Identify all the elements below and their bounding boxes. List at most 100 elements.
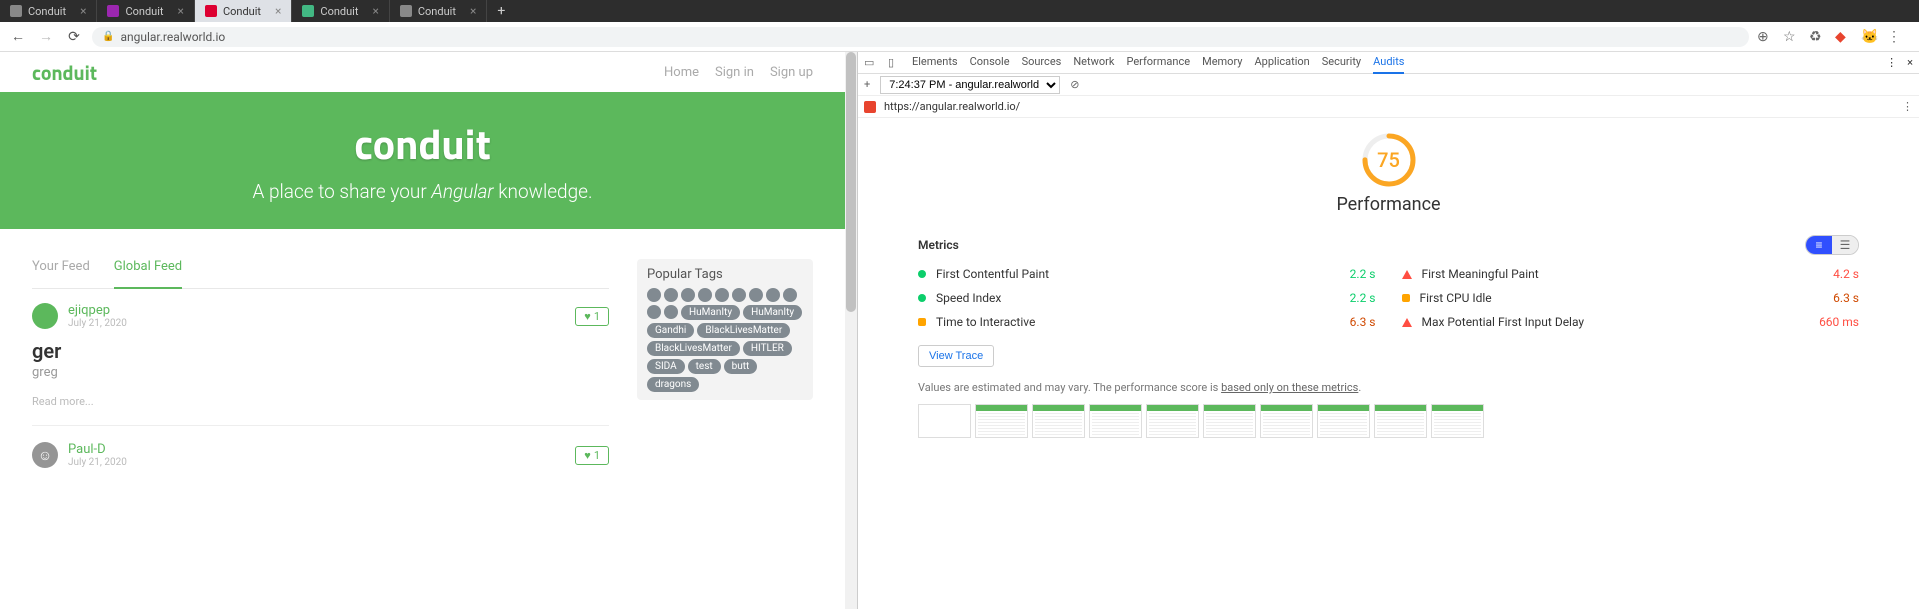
devtools-tab-elements[interactable]: Elements	[912, 51, 958, 74]
tag-pill[interactable]: BlackLivesMatter	[697, 323, 790, 338]
menu-icon[interactable]: ⋮	[1887, 29, 1903, 45]
devtools-more-icon[interactable]: ⋮	[1886, 56, 1897, 69]
tag-pill-empty[interactable]	[749, 288, 763, 302]
devtools-tab-security[interactable]: Security	[1322, 51, 1361, 74]
devtools-tab-console[interactable]: Console	[970, 51, 1010, 74]
close-icon[interactable]: ×	[372, 4, 378, 18]
browser-tab[interactable]: Conduit ×	[390, 0, 487, 22]
author-link[interactable]: ejiqpep	[68, 303, 127, 318]
avatar[interactable]: ☺	[32, 442, 58, 468]
audits-urlbar: https://angular.realworld.io/ ⋮	[858, 96, 1919, 118]
tab-global-feed[interactable]: Global Feed	[114, 259, 182, 289]
browser-tab[interactable]: Conduit ×	[0, 0, 97, 22]
close-icon[interactable]: ×	[470, 4, 476, 18]
new-tab-button[interactable]: +	[487, 3, 515, 19]
nav-signup[interactable]: Sign up	[770, 65, 813, 80]
devtools-tab-audits[interactable]: Audits	[1373, 51, 1404, 74]
address-bar[interactable]: 🔒 angular.realworld.io	[92, 27, 1749, 47]
tag-pill-empty[interactable]	[664, 305, 678, 319]
translate-icon[interactable]: ⊕	[1757, 29, 1773, 45]
devtools-tab-memory[interactable]: Memory	[1202, 51, 1242, 74]
browser-tab-active[interactable]: Conduit ×	[195, 0, 292, 22]
tag-pill-empty[interactable]	[783, 288, 797, 302]
clear-icon[interactable]: ⊘	[1070, 78, 1079, 91]
filmstrip-frame[interactable]	[918, 404, 971, 438]
toggle-compact-icon[interactable]: ≡	[1806, 236, 1832, 254]
article-desc: greg	[32, 365, 609, 380]
tag-pill-empty[interactable]	[766, 288, 780, 302]
popular-tags-box: Popular Tags HuManItyHuManItyGandhiBlack…	[637, 259, 813, 400]
url-more-icon[interactable]: ⋮	[1902, 100, 1913, 113]
tag-pill[interactable]: BlackLivesMatter	[647, 341, 740, 356]
tag-pill[interactable]: dragons	[647, 377, 699, 392]
lighthouse-ext-icon[interactable]: ◆	[1835, 29, 1851, 45]
browser-tab-strip: Conduit × Conduit × Conduit × Conduit × …	[0, 0, 1919, 22]
plus-button[interactable]: +	[864, 78, 870, 91]
close-icon[interactable]: ×	[80, 4, 86, 18]
tag-pill-empty[interactable]	[647, 305, 661, 319]
close-icon[interactable]: ×	[178, 4, 184, 18]
filmstrip-frame[interactable]	[975, 404, 1028, 438]
filmstrip-frame[interactable]	[1089, 404, 1142, 438]
browser-tab[interactable]: Conduit ×	[292, 0, 389, 22]
recycle-icon[interactable]: ♻	[1809, 29, 1825, 45]
read-more-link[interactable]: Read more...	[32, 395, 94, 408]
tag-pill-empty[interactable]	[681, 288, 695, 302]
filmstrip-frame[interactable]	[1374, 404, 1427, 438]
toolbar-actions: ⊕ ☆ ♻ ◆ 🐱 ⋮	[1757, 29, 1911, 45]
filmstrip-frame[interactable]	[1032, 404, 1085, 438]
metric-name: Max Potential First Input Delay	[1422, 315, 1585, 329]
devtools-tab-network[interactable]: Network	[1073, 51, 1114, 74]
metric-status-icon	[1402, 318, 1412, 327]
tag-pill[interactable]: test	[688, 359, 721, 374]
nav-home[interactable]: Home	[664, 65, 699, 80]
close-icon[interactable]: ×	[275, 4, 281, 18]
tag-pill[interactable]: HuManIty	[681, 305, 740, 320]
tag-pill-empty[interactable]	[715, 288, 729, 302]
like-button[interactable]: ♥ 1	[575, 307, 609, 326]
disclaimer-link[interactable]: based only on these metrics	[1221, 381, 1358, 394]
scrollbar-thumb[interactable]	[846, 52, 856, 312]
reload-button[interactable]: ⟳	[64, 29, 84, 45]
toggle-expanded-icon[interactable]: ☰	[1832, 236, 1858, 254]
filmstrip-frame[interactable]	[1431, 404, 1484, 438]
hero-subtitle: A place to share your Angular knowledge.	[0, 180, 845, 203]
tag-pill[interactable]: Gandhi	[647, 323, 694, 338]
inspect-icon[interactable]: ▭	[864, 56, 878, 70]
page-scrollbar[interactable]	[845, 52, 857, 609]
browser-tab[interactable]: Conduit ×	[97, 0, 194, 22]
tag-pill[interactable]: HuManIty	[743, 305, 802, 320]
tag-pill[interactable]: SIDA	[647, 359, 685, 374]
tag-pill-empty[interactable]	[732, 288, 746, 302]
author-link[interactable]: Paul-D	[68, 442, 127, 457]
bookmark-icon[interactable]: ☆	[1783, 29, 1799, 45]
nav-signin[interactable]: Sign in	[715, 65, 754, 80]
heart-icon: ♥	[584, 449, 591, 462]
tag-pill-empty[interactable]	[698, 288, 712, 302]
view-trace-button[interactable]: View Trace	[918, 345, 994, 367]
extension-icon[interactable]: 🐱	[1861, 29, 1877, 45]
back-button[interactable]: ←	[8, 28, 28, 45]
tag-pill-empty[interactable]	[647, 288, 661, 302]
devtools-tab-sources[interactable]: Sources	[1022, 51, 1062, 74]
filmstrip-frame[interactable]	[1203, 404, 1256, 438]
tag-pill-empty[interactable]	[664, 288, 678, 302]
tag-pill[interactable]: butt	[724, 359, 758, 374]
filmstrip-frame[interactable]	[1146, 404, 1199, 438]
avatar[interactable]	[32, 303, 58, 329]
metrics-view-toggle[interactable]: ≡ ☰	[1805, 235, 1859, 255]
tag-pill[interactable]: HITLER	[743, 341, 792, 356]
devtools-close-icon[interactable]: ×	[1907, 56, 1913, 69]
filmstrip-frame[interactable]	[1317, 404, 1370, 438]
devtools-tab-performance[interactable]: Performance	[1126, 51, 1190, 74]
brand-logo[interactable]: conduit	[32, 57, 97, 88]
metrics-disclaimer: Values are estimated and may vary. The p…	[918, 381, 1859, 394]
like-button[interactable]: ♥ 1	[575, 446, 609, 465]
forward-button[interactable]: →	[36, 28, 56, 45]
devtools-tab-application[interactable]: Application	[1254, 51, 1309, 74]
filmstrip-frame[interactable]	[1260, 404, 1313, 438]
tab-your-feed[interactable]: Your Feed	[32, 259, 90, 280]
report-dropdown[interactable]: 7:24:37 PM - angular.realworld	[880, 76, 1060, 94]
device-toggle-icon[interactable]: ▯	[888, 56, 902, 70]
article-title[interactable]: ger	[32, 339, 609, 363]
